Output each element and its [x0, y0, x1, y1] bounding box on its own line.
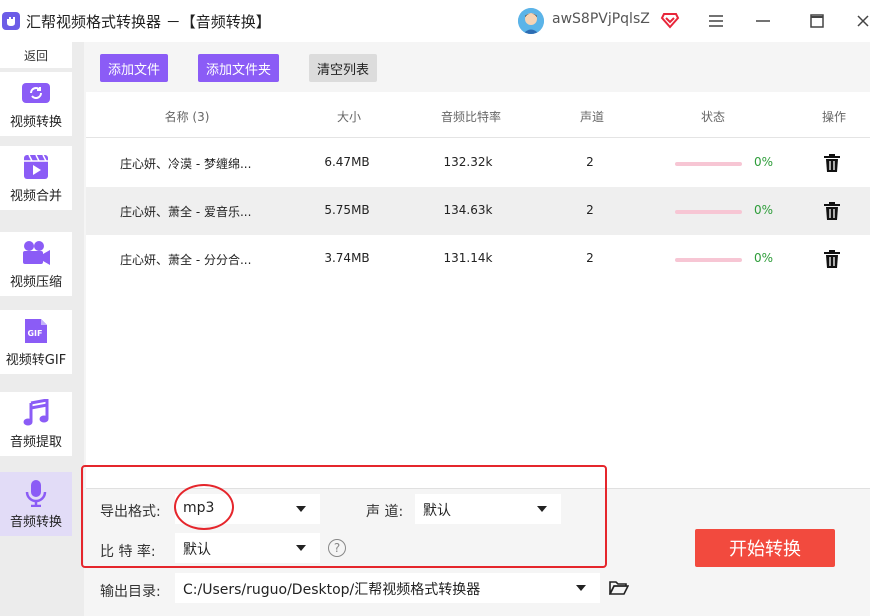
file-channels: 2	[586, 251, 594, 265]
file-channels: 2	[586, 203, 594, 217]
sidebar-item-label: 音频转换	[9, 514, 62, 530]
table-row[interactable]: 庄心妍、萧全 - 分分合... 3.74MB 131.14k 2 0%	[86, 235, 870, 283]
video-convert-icon	[21, 79, 51, 107]
table-header: 名称 (3) 大小 音频比特率 声道 状态 操作	[86, 92, 870, 138]
minimize-icon[interactable]	[752, 10, 774, 32]
sidebar-item-video-compress[interactable]: 视频压缩	[0, 232, 72, 296]
username[interactable]: awS8PVjPqlsZ	[552, 11, 650, 27]
microphone-icon	[21, 479, 51, 507]
menu-icon[interactable]	[705, 10, 727, 32]
video-merge-icon	[21, 153, 51, 181]
music-note-icon	[21, 398, 51, 427]
progress-bar	[675, 210, 742, 214]
gif-icon: GIF	[21, 317, 51, 345]
clear-list-button[interactable]: 清空列表	[309, 54, 377, 82]
app-logo-icon	[2, 12, 20, 30]
header-actions: 操作	[821, 110, 847, 124]
file-bitrate: 132.32k	[443, 155, 493, 169]
header-status: 状态	[700, 110, 726, 124]
header-bitrate: 音频比特率	[440, 110, 502, 124]
chevron-down-icon	[296, 545, 306, 551]
settings-panel: 导出格式: mp3 声 道: 默认 比 特 率: 默认 ? 开始转换 输出目录:…	[86, 488, 870, 616]
progress-bar	[675, 162, 742, 166]
header-size: 大小	[336, 110, 362, 124]
file-size: 6.47MB	[324, 155, 370, 169]
output-dir-label: 输出目录:	[100, 584, 161, 600]
maximize-icon[interactable]	[806, 10, 828, 32]
bitrate-label: 比 特 率:	[100, 544, 156, 560]
chevron-down-icon	[576, 585, 586, 591]
bitrate-select[interactable]: 默认	[175, 533, 320, 563]
file-bitrate: 131.14k	[443, 251, 493, 265]
sidebar-item-label: 视频压缩	[9, 274, 62, 290]
trash-icon[interactable]	[823, 201, 841, 221]
progress-percent: 0%	[754, 203, 774, 217]
sidebar-item-label: 音频提取	[9, 434, 62, 450]
trash-icon[interactable]	[823, 153, 841, 173]
sidebar: 返回 视频转换 视频合并 视频压缩 GIF 视频转GIF 音频提取 音频转换	[0, 42, 84, 616]
format-value: mp3	[183, 500, 215, 516]
sidebar-item-video-convert[interactable]: 视频转换	[0, 72, 72, 136]
table-row[interactable]: 庄心妍、冷漠 - 梦缠绵... 6.47MB 132.32k 2 0%	[86, 139, 870, 187]
output-dir-select[interactable]: C:/Users/ruguo/Desktop/汇帮视频格式转换器	[175, 573, 600, 603]
sidebar-item-video-merge[interactable]: 视频合并	[0, 146, 72, 210]
chevron-down-icon	[296, 506, 306, 512]
sidebar-item-label: 视频合并	[9, 188, 62, 204]
file-size: 3.74MB	[324, 251, 370, 265]
progress-bar	[675, 258, 742, 262]
header-channels: 声道	[579, 110, 605, 124]
title-bar: 汇帮视频格式转换器 －【音频转换】 awS8PVjPqlsZ	[0, 0, 870, 42]
channel-select[interactable]: 默认	[415, 494, 561, 524]
file-name: 庄心妍、萧全 - 爱音乐...	[120, 205, 252, 219]
file-channels: 2	[586, 155, 594, 169]
app-title: 汇帮视频格式转换器 －【音频转换】	[26, 13, 271, 31]
file-name: 庄心妍、萧全 - 分分合...	[120, 253, 252, 267]
folder-open-icon[interactable]	[608, 580, 630, 596]
bitrate-value: 默认	[183, 542, 211, 558]
channel-label: 声 道:	[366, 504, 404, 520]
progress-percent: 0%	[754, 155, 774, 169]
format-select[interactable]: mp3	[175, 494, 320, 524]
output-dir-value: C:/Users/ruguo/Desktop/汇帮视频格式转换器	[183, 582, 481, 598]
add-folder-button[interactable]: 添加文件夹	[198, 54, 279, 82]
close-icon[interactable]	[852, 10, 870, 32]
sidebar-item-label: 视频转换	[9, 114, 62, 130]
sidebar-item-audio-convert[interactable]: 音频转换	[0, 472, 72, 536]
format-label: 导出格式:	[100, 504, 161, 520]
add-file-button[interactable]: 添加文件	[100, 54, 168, 82]
start-convert-button[interactable]: 开始转换	[695, 529, 835, 567]
chevron-down-icon	[537, 506, 547, 512]
header-name: 名称 (3)	[164, 110, 210, 124]
svg-text:GIF: GIF	[27, 329, 42, 338]
avatar[interactable]	[518, 8, 544, 34]
progress-percent: 0%	[754, 251, 774, 265]
video-compress-icon	[21, 239, 51, 267]
trash-icon[interactable]	[823, 249, 841, 269]
file-bitrate: 134.63k	[443, 203, 493, 217]
sidebar-item-audio-extract[interactable]: 音频提取	[0, 392, 72, 456]
file-size: 5.75MB	[324, 203, 370, 217]
back-button[interactable]: 返回	[0, 42, 72, 68]
vip-diamond-icon[interactable]	[660, 10, 680, 30]
table-row[interactable]: 庄心妍、萧全 - 爱音乐... 5.75MB 134.63k 2 0%	[86, 187, 870, 235]
file-name: 庄心妍、冷漠 - 梦缠绵...	[120, 157, 252, 171]
file-table: 名称 (3) 大小 音频比特率 声道 状态 操作 庄心妍、冷漠 - 梦缠绵...…	[86, 92, 870, 488]
toolbar: 添加文件 添加文件夹 清空列表	[86, 42, 870, 92]
sidebar-item-label: 视频转GIF	[5, 352, 67, 368]
channel-value: 默认	[423, 503, 451, 519]
sidebar-item-video-to-gif[interactable]: GIF 视频转GIF	[0, 310, 72, 374]
help-icon[interactable]: ?	[328, 539, 346, 557]
